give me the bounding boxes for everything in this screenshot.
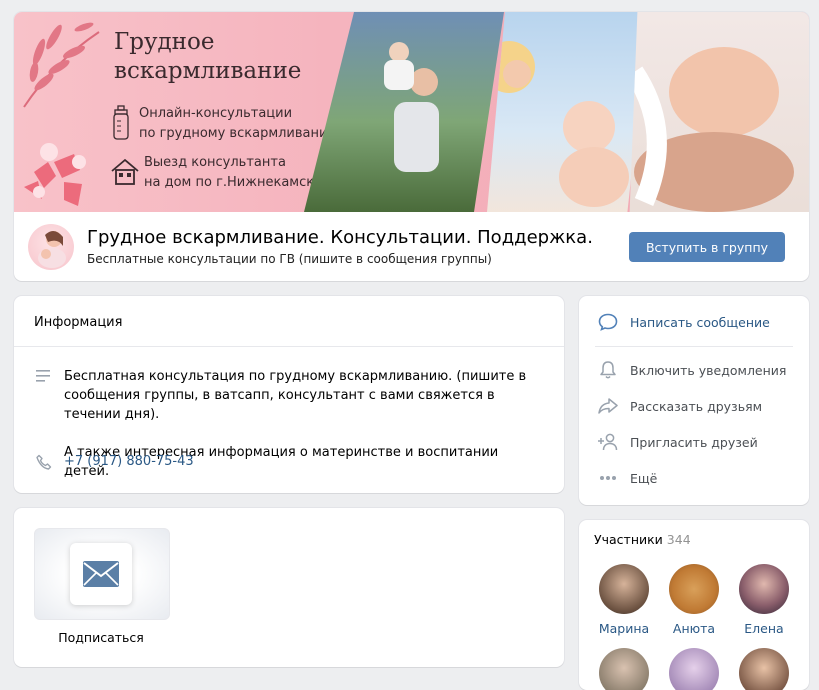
cover-line-text: по грудному вскармливанию [139,126,339,141]
avatar [739,648,789,690]
action-label: Пригласить друзей [630,434,758,450]
info-card: Информация Бесплатная консультация по гр… [14,296,564,493]
info-header: Информация [34,315,123,330]
group-header-card: Грудное вскармливание Онлайн-консультаци… [14,12,809,281]
more-icon [597,468,619,488]
write-message-action[interactable]: Написать сообщение [597,310,797,334]
more-action[interactable]: Ещё [597,466,797,490]
action-label: Ещё [630,470,658,486]
description-text: Бесплатная консультация по грудному вска… [64,369,527,422]
house-icon [111,158,139,185]
cover-title-line: Грудное [114,29,215,55]
cover-title: Грудное вскармливание [114,28,344,86]
avatar [599,648,649,690]
members-card: Участники 344 Марина Анюта Елена [579,520,809,690]
avatar [669,564,719,614]
member-item[interactable] [734,648,794,690]
group-avatar[interactable] [28,224,74,270]
group-status: Бесплатные консультации по ГВ (пишите в … [87,252,492,266]
actions-card: Написать сообщение Включить уведомления … [579,296,809,505]
cover-photo-newborn [629,12,809,212]
action-label: Рассказать друзьям [630,398,763,414]
phone-link[interactable]: +7 (917) 880-75-43 [64,454,194,469]
action-label: Написать сообщение [630,314,770,330]
message-icon [597,312,619,332]
subscribe-icon-box [70,543,132,605]
join-group-button[interactable]: Вступить в группу [629,232,785,262]
page-title: Грудное вскармливание. Консультации. Под… [87,227,593,248]
members-header[interactable]: Участники 344 [594,532,691,547]
cover-title-line: вскармливание [114,58,302,84]
leaf-decoration-icon [23,22,100,206]
member-item[interactable]: Елена [734,564,794,636]
add-user-icon [597,432,619,452]
members-count: 344 [666,532,691,547]
member-item[interactable] [664,648,724,690]
member-item[interactable]: Анюта [664,564,724,636]
member-item[interactable] [594,648,654,690]
phone-icon [36,454,52,470]
member-item[interactable]: Марина [594,564,654,636]
member-name: Марина [598,621,650,636]
divider [595,346,793,347]
divider [14,346,564,347]
share-action[interactable]: Рассказать друзьям [597,394,797,418]
subscribe-card: Подписаться [14,508,564,667]
member-name: Елена [744,621,784,636]
description-icon [36,370,50,382]
invite-friends-action[interactable]: Пригласить друзей [597,430,797,454]
cover-line-consult: Онлайн-консультации по грудному вскармли… [139,104,349,144]
subscribe-label[interactable]: Подписаться [34,630,168,645]
envelope-icon [83,561,119,587]
member-name: Анюта [672,621,716,636]
avatar [669,648,719,690]
action-label: Включить уведомления [630,362,787,378]
share-icon [597,396,619,416]
avatar [739,564,789,614]
bottle-icon [113,105,129,140]
enable-notifications-action[interactable]: Включить уведомления [597,358,797,382]
bell-icon [597,360,619,380]
members-title: Участники [594,532,663,547]
avatar [599,564,649,614]
cover-image: Грудное вскармливание Онлайн-консультаци… [14,12,809,212]
subscribe-tile[interactable] [34,528,170,620]
cover-line-text: Онлайн-консультации [139,106,293,121]
